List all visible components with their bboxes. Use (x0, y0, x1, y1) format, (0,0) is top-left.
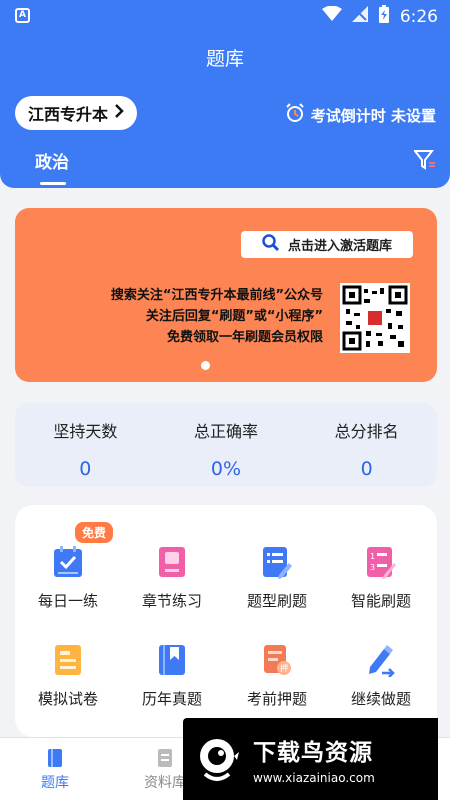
exam-countdown[interactable]: 考试倒计时 未设置 (285, 103, 436, 127)
pencil-icon (369, 645, 395, 677)
list-edit-icon (263, 547, 292, 579)
book-icon (159, 547, 185, 577)
past-exams-button[interactable]: 历年真题 (120, 643, 224, 709)
region-selector[interactable]: 江西专升本 (15, 96, 137, 130)
wifi-icon (321, 5, 342, 27)
svg-text:1: 1 (370, 552, 375, 561)
materials-icon (158, 749, 172, 767)
question-type-button[interactable]: 题型刷题 (225, 545, 329, 611)
stat-accuracy: 总正确率 0% (156, 403, 297, 487)
question-bank-icon (48, 749, 62, 767)
clock-time: 6:26 (399, 6, 438, 27)
battery-icon (378, 5, 390, 28)
grid-label: 考前押题 (246, 690, 307, 708)
svg-text:押: 押 (280, 663, 288, 673)
tab-question-bank[interactable]: 题库 (20, 748, 90, 792)
watermark-title: 下载鸟资源 (253, 740, 373, 766)
stat-label: 总正确率 (194, 422, 259, 441)
stat-value: 0 (360, 458, 373, 480)
grid-label: 智能刷题 (350, 592, 411, 610)
exam-paper-icon (55, 645, 81, 675)
free-badge: 免费 (75, 522, 114, 543)
smart-practice-button[interactable]: 13 智能刷题 (329, 545, 433, 611)
page-title: 题库 (205, 48, 244, 70)
grid-label: 历年真题 (141, 690, 202, 708)
activate-bank-button[interactable]: 点击进入激活题库 (241, 231, 413, 258)
exam-stamp-icon: 押 (264, 645, 291, 675)
stat-label: 总分排名 (334, 422, 399, 441)
bird-logo-icon (200, 739, 239, 781)
grid-label: 每日一练 (37, 592, 98, 610)
grid-label: 继续做题 (350, 690, 411, 708)
chapter-practice-button[interactable]: 章节练习 (120, 545, 224, 611)
header: A 6:26 题库 江西专升本 考试倒计时 未设置 政治 (0, 0, 450, 188)
mock-exam-button[interactable]: 模拟试卷 (16, 643, 120, 709)
stat-label: 坚持天数 (53, 422, 118, 441)
region-label: 江西专升本 (27, 105, 108, 124)
calendar-check-icon (54, 546, 82, 577)
watermark-url: www.xiazainiao.com (253, 771, 375, 785)
numbered-list-icon: 13 (367, 547, 396, 579)
tab-label: 题库 (41, 775, 69, 791)
promo-banner[interactable]: 点击进入激活题库 搜索关注“江西专升本最前线”公众号 关注后回复“刷题”或“小程… (15, 208, 437, 382)
filter-icon[interactable] (412, 150, 436, 174)
banner-text: 搜索关注“江西专升本最前线”公众号 关注后回复“刷题”或“小程序” 免费领取一年… (41, 285, 323, 348)
status-icons: 6:26 (321, 5, 438, 28)
stat-value: 0% (210, 458, 242, 480)
watermark-text: 下载鸟资源 www.xiazainiao.com (253, 733, 375, 785)
activate-bank-label: 点击进入激活题库 (287, 239, 392, 254)
pre-exam-predict-button[interactable]: 押 考前押题 (225, 643, 329, 709)
chevron-right-icon (114, 103, 124, 123)
countdown-label: 考试倒计时 未设置 (310, 106, 436, 125)
stats-panel: 坚持天数 0 总正确率 0% 总分排名 0 (15, 403, 437, 487)
banner-line-2: 关注后回复“刷题”或“小程序” (145, 309, 323, 324)
carousel-dot[interactable] (201, 361, 210, 370)
active-tab-indicator (40, 182, 66, 185)
svg-text:3: 3 (370, 563, 375, 572)
grid-label: 题型刷题 (246, 592, 307, 610)
search-icon (262, 233, 280, 256)
banner-line-3: 免费领取一年刷题会员权限 (166, 330, 323, 345)
grid-label: 模拟试卷 (37, 690, 98, 708)
banner-line-1: 搜索关注“江西专升本最前线”公众号 (110, 288, 323, 303)
stat-value: 0 (79, 458, 92, 480)
bookmark-book-icon (159, 645, 185, 675)
qr-code-icon (340, 283, 410, 353)
continue-practice-button[interactable]: 继续做题 (329, 643, 433, 709)
signal-icon (351, 6, 368, 27)
practice-grid: 免费 每日一练 章节练习 题型刷题 13 智能刷题 模拟试卷 历年真题 押 考前… (15, 505, 437, 737)
alarm-clock-icon (285, 103, 305, 127)
stat-days: 坚持天数 0 (15, 403, 156, 487)
stat-rank: 总分排名 0 (296, 403, 437, 487)
status-bar: A 6:26 (0, 0, 450, 32)
app-notification-icon: A (15, 8, 30, 23)
daily-practice-button[interactable]: 每日一练 (16, 545, 120, 611)
tab-politics[interactable]: 政治 (35, 148, 69, 173)
grid-label: 章节练习 (141, 592, 202, 610)
watermark: 下载鸟资源 www.xiazainiao.com (183, 718, 438, 800)
